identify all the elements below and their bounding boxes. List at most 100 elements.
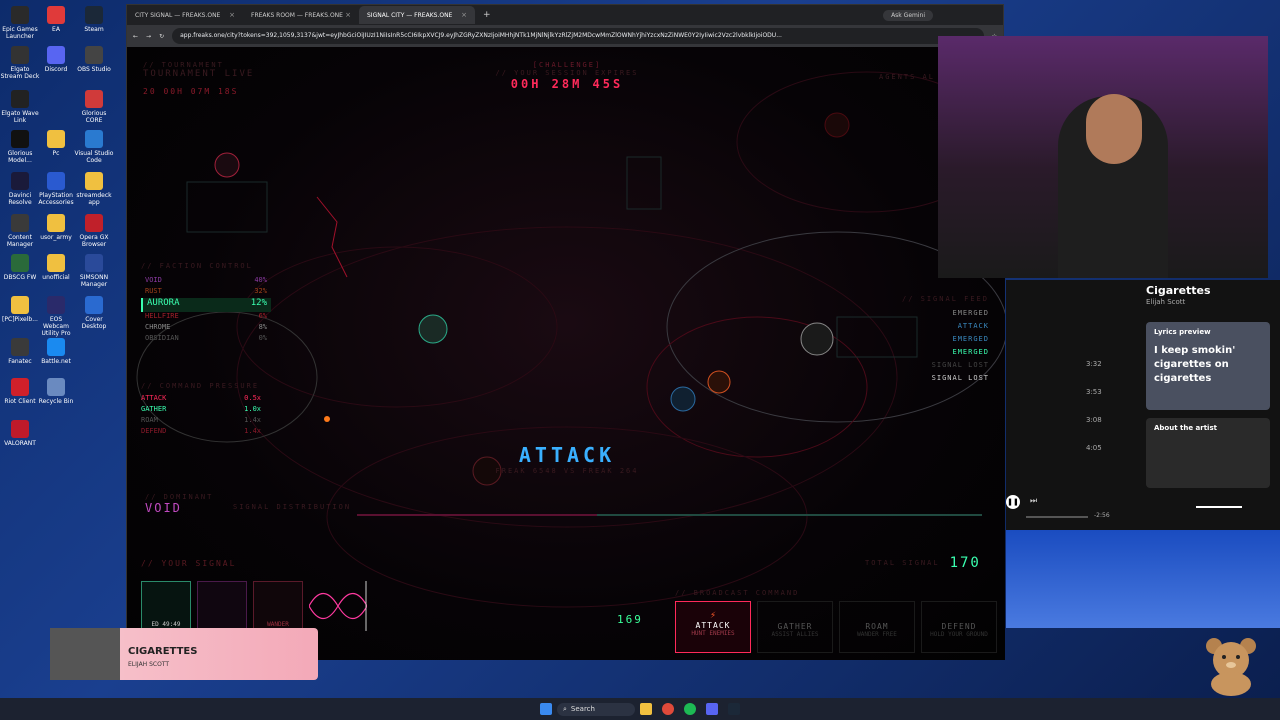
creature[interactable] bbox=[824, 112, 850, 138]
command-sub: WANDER FREE bbox=[857, 631, 897, 638]
reload-icon[interactable]: ↻ bbox=[159, 33, 164, 40]
faction-value: 8% bbox=[258, 323, 267, 331]
desktop-icon[interactable]: Elgato Wave Link bbox=[0, 90, 40, 124]
faction-name: RUST bbox=[145, 287, 162, 295]
desktop-icon[interactable]: Cover Desktop bbox=[74, 296, 114, 330]
command-pressure-panel: // COMMAND PRESSURE ATTACK 0.5x GATHER 1.0x… bbox=[141, 382, 261, 438]
desktop-icon[interactable]: Recycle Bin bbox=[36, 378, 76, 405]
steam-icon[interactable] bbox=[727, 703, 740, 715]
command-roam-button[interactable]: ROAM WANDER FREE bbox=[839, 601, 915, 653]
new-tab-icon[interactable]: + bbox=[483, 10, 491, 20]
desktop-icon[interactable]: Riot Client bbox=[0, 378, 40, 405]
back-icon[interactable]: ← bbox=[133, 33, 138, 40]
creature[interactable] bbox=[707, 370, 731, 394]
desktop-icon[interactable]: unofficial bbox=[36, 254, 76, 281]
app-icon bbox=[85, 172, 103, 190]
next-icon[interactable]: ⏭ bbox=[1030, 496, 1037, 506]
desktop-icon-label: Davinci Resolve bbox=[8, 192, 32, 206]
volume-slider[interactable] bbox=[1196, 506, 1242, 508]
pressure-value: 1.0x bbox=[244, 405, 261, 413]
desktop-icon-label: VALORANT bbox=[4, 440, 36, 447]
signal-card-row: ED 49:49 WANDER bbox=[141, 581, 367, 631]
forward-icon[interactable]: → bbox=[146, 33, 151, 40]
discord-icon[interactable] bbox=[705, 703, 718, 715]
faction-name: CHROME bbox=[145, 323, 171, 331]
desktop-icon[interactable]: Davinci Resolve bbox=[0, 172, 40, 206]
explorer-icon[interactable] bbox=[639, 703, 652, 715]
desktop-icon[interactable]: VALORANT bbox=[0, 420, 40, 447]
creature[interactable] bbox=[800, 322, 834, 356]
desktop-icon-label: Riot Client bbox=[4, 398, 36, 405]
freak-card[interactable]: ED 49:49 bbox=[141, 581, 191, 631]
creature[interactable] bbox=[418, 314, 448, 344]
close-icon[interactable]: × bbox=[345, 11, 351, 19]
signal-feed-label: // SIGNAL FEED bbox=[901, 295, 989, 303]
url-field[interactable]: app.freaks.one/city?tokens=392,1059,3137… bbox=[172, 28, 984, 44]
desktop-icon[interactable]: [PC]Pixelb... bbox=[0, 296, 40, 323]
app-icon bbox=[47, 296, 65, 314]
desktop-icon[interactable]: DBSCG FW bbox=[0, 254, 40, 281]
freak-card[interactable]: WANDER bbox=[253, 581, 303, 631]
desktop-icon[interactable]: SIMSONN Manager bbox=[74, 254, 114, 288]
about-artist-card[interactable]: About the artist bbox=[1146, 418, 1270, 488]
command-label: ROAM bbox=[865, 622, 889, 631]
desktop-icon-label: unofficial bbox=[42, 274, 70, 281]
pause-icon[interactable]: ❚❚ bbox=[1006, 495, 1020, 509]
creature[interactable] bbox=[214, 152, 240, 178]
command-gather-button[interactable]: GATHER ASSIST ALLIES bbox=[757, 601, 833, 653]
windows-start-icon[interactable] bbox=[540, 703, 552, 715]
desktop-icon[interactable]: Discord bbox=[36, 46, 76, 73]
command-defend-button[interactable]: DEFEND HOLD YOUR GROUND bbox=[921, 601, 997, 653]
close-icon[interactable]: × bbox=[461, 11, 467, 19]
faction-name: AURORA bbox=[147, 298, 180, 308]
desktop-icon[interactable]: Content Manager bbox=[0, 214, 40, 248]
tab-freaks-room[interactable]: FREAKS ROOM — FREAKS.ONE × bbox=[243, 6, 359, 24]
app-icon bbox=[47, 214, 65, 232]
desktop-icon[interactable]: Visual Studio Code bbox=[74, 130, 114, 164]
search-box[interactable]: ⌕ Search bbox=[557, 702, 635, 716]
desktop-icon-label: usor_army bbox=[40, 234, 72, 241]
duration: 3:32 bbox=[1086, 360, 1102, 368]
chrome-icon[interactable] bbox=[661, 703, 674, 715]
desktop-icon-label: PlayStation Accessories bbox=[38, 192, 74, 206]
command-sub: HUNT ENEMIES bbox=[691, 630, 735, 637]
app-icon bbox=[85, 46, 103, 64]
command-attack-button[interactable]: ⚡ ATTACK HUNT ENEMIES bbox=[675, 601, 751, 653]
tab-signal-city[interactable]: SIGNAL CITY — FREAKS.ONE × bbox=[359, 6, 475, 24]
dominant-label: // DOMINANT bbox=[145, 493, 214, 501]
command-label: ATTACK bbox=[695, 621, 731, 630]
desktop-icon[interactable]: streamdeck app bbox=[74, 172, 114, 206]
desktop-icon-label: EA bbox=[52, 26, 60, 33]
close-icon[interactable]: × bbox=[229, 11, 235, 19]
desktop-icon[interactable]: Battle.net bbox=[36, 338, 76, 365]
browser-window: CITY SIGNAL — FREAKS.ONE × FREAKS ROOM — … bbox=[126, 4, 1005, 660]
desktop-icon[interactable]: usor_army bbox=[36, 214, 76, 241]
desktop-icon[interactable]: Steam bbox=[74, 6, 114, 33]
desktop-icon[interactable]: Fanatec bbox=[0, 338, 40, 365]
ask-gemini-button[interactable]: Ask Gemini bbox=[883, 9, 933, 21]
desktop-icon[interactable]: Epic Games Launcher bbox=[0, 6, 40, 40]
desktop-icon[interactable]: Glorious Model... bbox=[0, 130, 40, 164]
webcam-overlay bbox=[938, 36, 1268, 278]
desktop-icon[interactable]: OBS Studio bbox=[74, 46, 114, 73]
desktop-icon[interactable]: Opera GX Browser bbox=[74, 214, 114, 248]
feed-item: EMERGED bbox=[952, 348, 989, 356]
desktop-icon[interactable]: EOS Webcam Utility Pro bbox=[36, 296, 76, 337]
progress-bar[interactable] bbox=[1026, 516, 1088, 518]
desktop-icon[interactable]: Pc bbox=[36, 130, 76, 157]
desktop-icon[interactable]: Glorious CORE bbox=[74, 90, 114, 124]
desktop-icon-label: SIMSONN Manager bbox=[79, 274, 109, 288]
pressure-name: DEFEND bbox=[141, 427, 167, 435]
tab-city-signal[interactable]: CITY SIGNAL — FREAKS.ONE × bbox=[127, 6, 243, 24]
desktop-icon[interactable]: Elgato Stream Deck bbox=[0, 46, 40, 80]
spotify-icon[interactable] bbox=[683, 703, 696, 715]
faction-row: OBSIDIAN 0% bbox=[141, 334, 271, 345]
track-durations: 3:32 3:53 3:08 4:05 bbox=[1086, 350, 1102, 462]
desktop-icon[interactable]: EA bbox=[36, 6, 76, 33]
faction-value: 32% bbox=[254, 287, 267, 295]
freak-card[interactable] bbox=[197, 581, 247, 631]
app-icon bbox=[11, 46, 29, 64]
desktop-icon[interactable]: PlayStation Accessories bbox=[36, 172, 76, 206]
lyrics-preview-card[interactable]: Lyrics preview I keep smokin' cigarettes… bbox=[1146, 322, 1270, 410]
creature[interactable] bbox=[670, 386, 696, 412]
